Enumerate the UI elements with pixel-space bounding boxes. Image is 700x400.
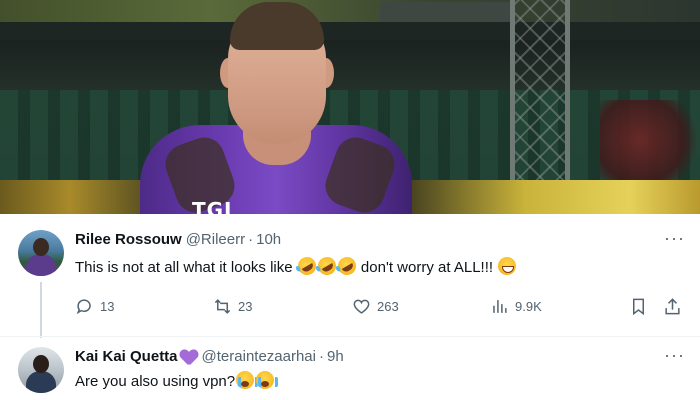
share-icon <box>665 297 680 314</box>
reply-count: 13 <box>100 298 115 314</box>
loudly-crying-face-emoji-icon <box>256 371 279 389</box>
repost-icon <box>214 298 231 314</box>
jersey-sponsor-text: TGL <box>192 198 238 214</box>
repost-count: 23 <box>238 298 253 314</box>
purple-heart-icon <box>180 349 198 365</box>
avatar[interactable] <box>18 347 64 393</box>
reply-button[interactable]: 13 <box>75 294 114 318</box>
separator-dot: · <box>248 231 254 248</box>
separator-dot: · <box>319 348 324 365</box>
heart-icon <box>353 299 370 314</box>
avatar[interactable] <box>18 230 64 276</box>
tweet-text-part: Are you also using vpn? <box>75 373 236 390</box>
share-button[interactable] <box>663 294 682 318</box>
like-count: 263 <box>377 298 399 314</box>
like-button[interactable]: 263 <box>352 294 399 318</box>
repost-button[interactable]: 23 <box>213 294 252 318</box>
timestamp[interactable]: 10h <box>256 230 281 250</box>
tweet-media-photo[interactable]: TGL <box>0 0 700 214</box>
user-handle[interactable]: @Rileerr <box>186 230 245 250</box>
bookmark-button[interactable] <box>629 294 648 318</box>
more-options-icon[interactable]: ··· <box>664 346 684 369</box>
display-name[interactable]: Kai Kai Quetta <box>75 347 178 367</box>
tweet-text-part: This is not at all what it looks like <box>75 259 297 276</box>
tweet-action-bar: 13 23 263 9.9K <box>75 294 685 318</box>
tweet-header: Rilee Rossouw @Rileerr · 10h <box>75 230 281 250</box>
user-handle[interactable]: @teraintezaarhai <box>202 347 316 367</box>
thread-connector-line <box>40 282 42 338</box>
views-button[interactable]: 9.9K <box>490 294 542 318</box>
bookmark-icon <box>632 298 645 315</box>
floodlight-tower <box>510 0 570 190</box>
display-name[interactable]: Rilee Rossouw <box>75 230 182 250</box>
tweet-text: Are you also using vpn? <box>75 371 279 393</box>
loudly-crying-face-emoji-icon <box>236 371 259 389</box>
tweet-row[interactable]: Kai Kai Quetta @teraintezaarhai · 9h ···… <box>0 336 700 400</box>
tweet-header: Kai Kai Quetta @teraintezaarhai · 9h <box>75 347 344 367</box>
tweet-text-part: don't worry at ALL!!! <box>356 259 498 276</box>
grinning-face-emoji-icon <box>498 257 517 275</box>
view-count: 9.9K <box>515 298 542 314</box>
tweet-row[interactable]: Rilee Rossouw @Rileerr · 10h ··· This is… <box>0 214 700 338</box>
reply-icon <box>76 298 91 314</box>
rolling-on-floor-laughing-emoji-icon <box>334 253 360 279</box>
player-figure: TGL <box>140 0 420 214</box>
analytics-bar-icon <box>493 299 507 313</box>
more-options-icon[interactable]: ··· <box>664 229 684 252</box>
timestamp[interactable]: 9h <box>327 347 344 367</box>
tweet-text: This is not at all what it looks like do… <box>75 253 517 279</box>
